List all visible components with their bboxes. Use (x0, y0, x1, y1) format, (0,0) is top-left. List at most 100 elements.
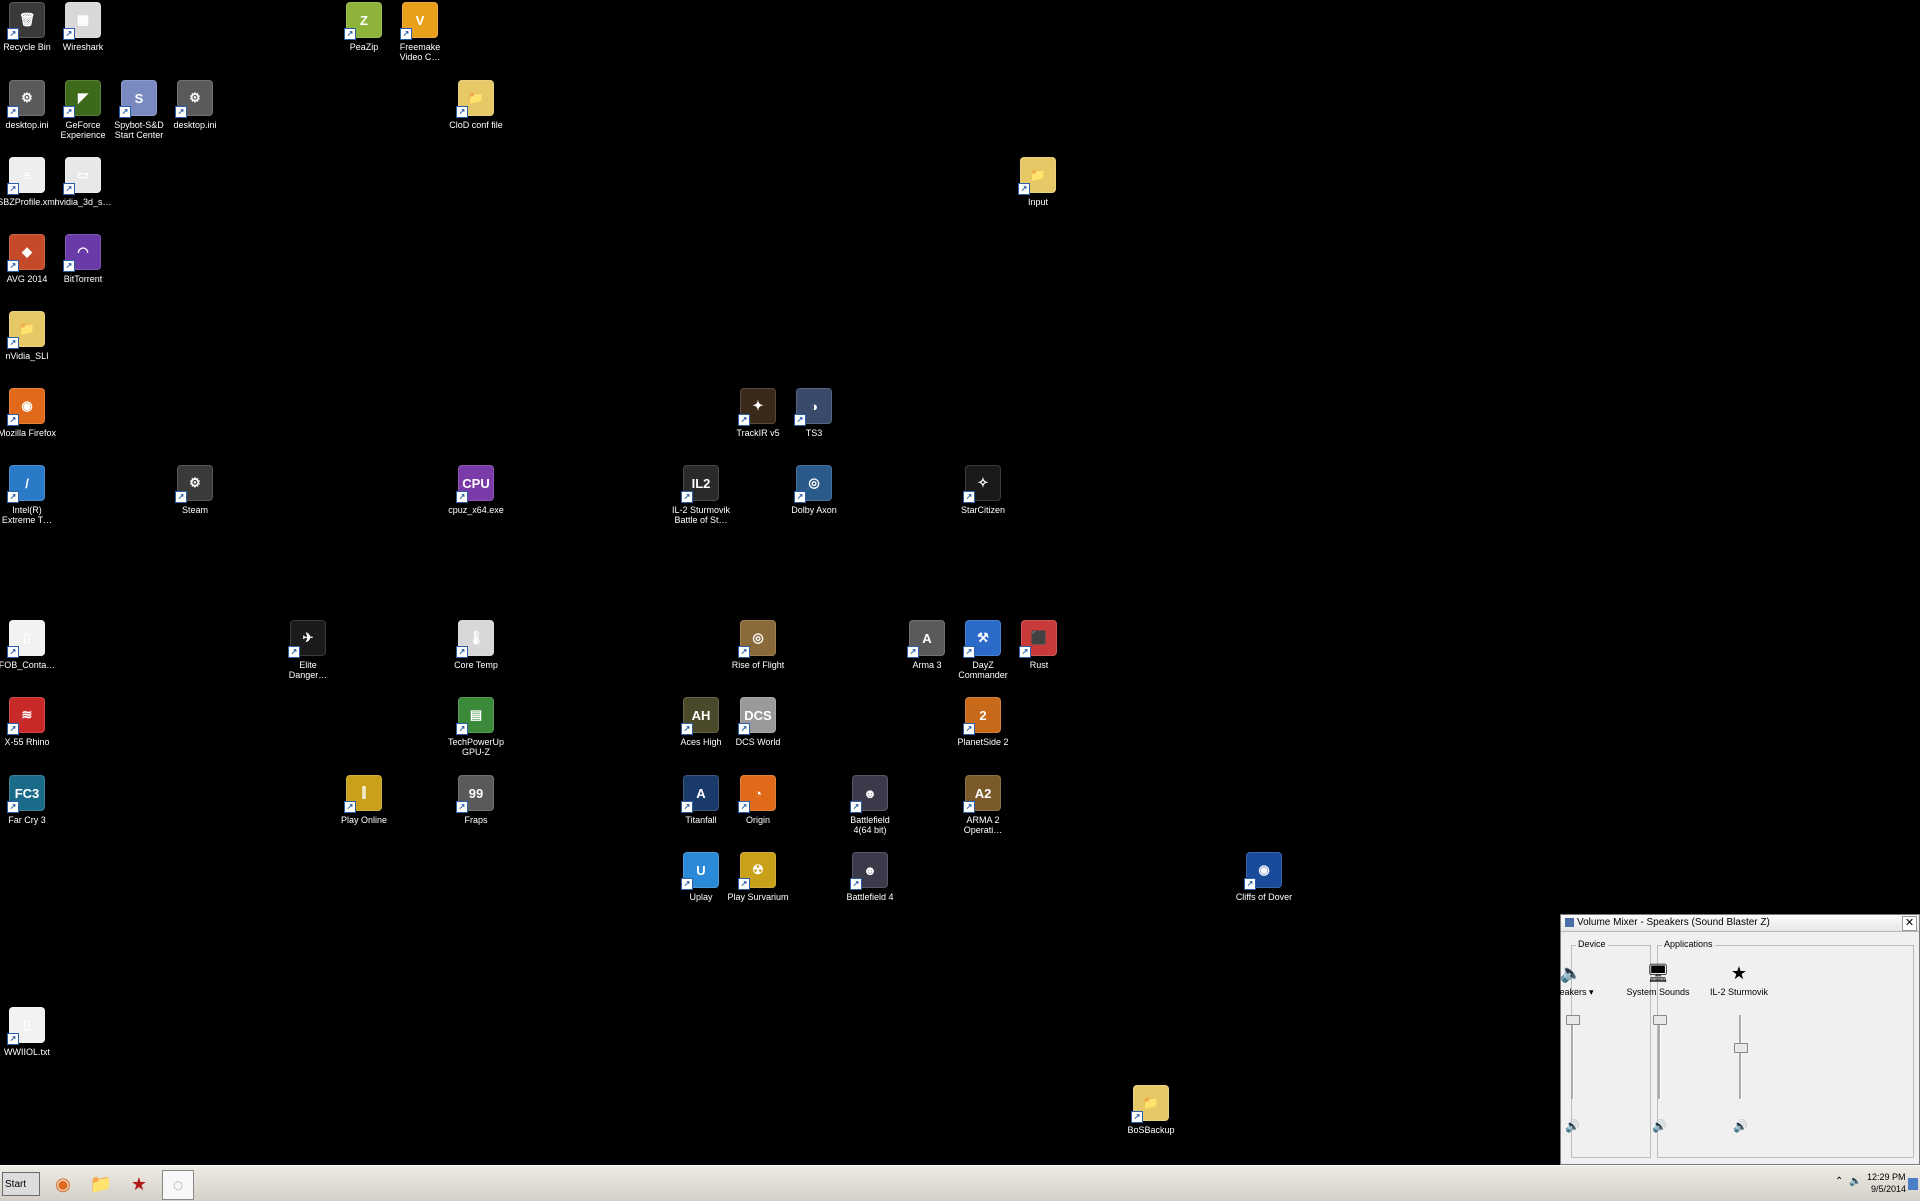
shortcut-arrow-icon: ↗ (7, 491, 19, 503)
desktop-icon-image: ▯ ↗ (7, 1007, 45, 1045)
desktop-icon[interactable]: 📁 ↗ nVidia_SLI (0, 311, 60, 361)
firefox-taskbar-icon[interactable]: ◉ (48, 1170, 78, 1198)
desktop-icon[interactable]: ⫿ ↗ Play Online (331, 775, 397, 825)
shortcut-arrow-icon: ↗ (7, 723, 19, 735)
explorer-taskbar-icon[interactable]: 📁 (86, 1170, 116, 1198)
desktop-icon-image: A2 ↗ (963, 775, 1001, 813)
shortcut-arrow-icon: ↗ (7, 106, 19, 118)
desktop-icon-label: nvidia_3d_s… (54, 197, 112, 207)
desktop-icon[interactable]: ▯ ↗ WWIIOL.txt (0, 1007, 60, 1057)
desktop-icon[interactable]: ▦ ↗ Wireshark (50, 2, 116, 52)
volume-slider-track[interactable] (1571, 1015, 1573, 1099)
desktop-icon[interactable]: ◉ ↗ Cliffs of Dover (1231, 852, 1297, 902)
tray-chevron-icon[interactable]: ⌃ (1835, 1176, 1843, 1187)
il2-taskbar-icon[interactable]: ★ (124, 1170, 154, 1198)
volume-mixer-taskbar-icon[interactable]: ◌ (162, 1170, 194, 1200)
shortcut-arrow-icon: ↗ (738, 646, 750, 658)
desktop-icon[interactable]: ☻ ↗ Battlefield 4 (837, 852, 903, 902)
desktop-icon[interactable]: ◑ ↗ TS3 (781, 388, 847, 438)
desktop-icon[interactable]: ◉ ↗ Mozilla Firefox (0, 388, 60, 438)
mute-toggle-icon[interactable]: 🔊 (1733, 1119, 1748, 1133)
desktop-icon[interactable]: CPU ↗ cpuz_x64.exe (443, 465, 509, 515)
shortcut-arrow-icon: ↗ (738, 878, 750, 890)
desktop-icon-image: 2 ↗ (963, 697, 1001, 735)
desktop-icon[interactable]: ⚙ ↗ desktop.ini (162, 80, 228, 130)
mute-toggle-icon[interactable]: 🔊 (1652, 1119, 1667, 1133)
tray-volume-icon[interactable]: 🔈 (1849, 1176, 1861, 1187)
desktop-icon[interactable]: 2 ↗ PlanetSide 2 (950, 697, 1016, 747)
shortcut-arrow-icon: ↗ (7, 646, 19, 658)
start-button[interactable]: Start (2, 1172, 40, 1196)
channel-label: IL-2 Sturmovik (1709, 987, 1769, 997)
shortcut-arrow-icon: ↗ (456, 801, 468, 813)
clock-date[interactable]: 9/5/2014 (1871, 1184, 1906, 1194)
desktop-icon[interactable]: ✈ ↗ Elite Danger… (275, 620, 341, 680)
close-button[interactable]: ✕ (1902, 916, 1917, 931)
desktop-icon[interactable]: ☻ ↗ Battlefield 4(64 bit) (837, 775, 903, 835)
desktop-icon-label: BitTorrent (63, 274, 103, 284)
desktop-icon[interactable]: ▯ ↗ FOB_Conta… (0, 620, 60, 670)
desktop-icon-label: FOB_Conta… (0, 660, 56, 670)
desktop-icon-image: ✧ ↗ (963, 465, 1001, 503)
clock-time[interactable]: 12:29 PM (1867, 1172, 1906, 1182)
shortcut-arrow-icon: ↗ (850, 878, 862, 890)
desktop-icon[interactable]: ◎ ↗ Dolby Axon (781, 465, 847, 515)
desktop-icon[interactable]: 🌡 ↗ Core Temp (443, 620, 509, 670)
desktop-icon-label: X-55 Rhino (4, 737, 50, 747)
desktop-icon[interactable]: ☢ ↗ Play Survarium (725, 852, 791, 902)
shortcut-arrow-icon: ↗ (738, 723, 750, 735)
shortcut-arrow-icon: ↗ (119, 106, 131, 118)
desktop-icon-image: ◑ ↗ (794, 388, 832, 426)
shortcut-arrow-icon: ↗ (175, 491, 187, 503)
desktop-icon-image: 99 ↗ (456, 775, 494, 813)
desktop-icon[interactable]: / ↗ Intel(R) Extreme T… (0, 465, 60, 525)
desktop-icon-label: Dolby Axon (791, 505, 837, 515)
desktop-icon-image: 📁 ↗ (1131, 1085, 1169, 1123)
desktop-icon[interactable]: V ↗ Freemake Video C… (387, 2, 453, 62)
volume-slider-track[interactable] (1739, 1015, 1741, 1099)
desktop-icon-image: ◎ ↗ (794, 465, 832, 503)
channel-label: Speakers ▾ (1548, 987, 1594, 997)
desktop-icon-image: A ↗ (907, 620, 945, 658)
show-desktop-button[interactable] (1908, 1178, 1918, 1190)
desktop-icon-image: ◔ ↗ (738, 775, 776, 813)
desktop-icon[interactable]: ▤ ↗ TechPowerUp GPU-Z (443, 697, 509, 757)
desktop-icon-label: DCS World (735, 737, 781, 747)
system-tray: ⌃ 🔈 12:29 PM 9/5/2014 (1825, 1166, 1920, 1201)
desktop-icon[interactable]: ◎ ↗ Rise of Flight (725, 620, 791, 670)
chevron-down-icon[interactable]: ▾ (1589, 987, 1594, 997)
desktop-icon[interactable]: ≋ ↗ X-55 Rhino (0, 697, 60, 747)
desktop-icon[interactable]: 📁 ↗ Input (1005, 157, 1071, 207)
desktop-icon-label: Fraps (464, 815, 488, 825)
desktop-icon-label: TechPowerUp GPU-Z (447, 737, 505, 757)
mixer-titlebar[interactable]: Volume Mixer - Speakers (Sound Blaster Z… (1561, 915, 1919, 932)
desktop-icon[interactable]: ◠ ↗ BitTorrent (50, 234, 116, 284)
desktop-icon[interactable]: ▭ ↗ nvidia_3d_s… (50, 157, 116, 207)
desktop-icon-image: ✈ ↗ (288, 620, 326, 658)
shortcut-arrow-icon: ↗ (1131, 1111, 1143, 1123)
mute-toggle-icon[interactable]: 🔊 (1565, 1119, 1580, 1133)
volume-slider-track[interactable] (1658, 1015, 1660, 1099)
desktop-icon-label: Play Survarium (727, 892, 789, 902)
desktop-icon[interactable]: 📁 ↗ BoSBackup (1118, 1085, 1184, 1135)
desktop-icon[interactable]: ⚙ ↗ Steam (162, 465, 228, 515)
desktop-icon[interactable]: IL2 ↗ IL-2 Sturmovik Battle of St… (668, 465, 734, 525)
volume-slider-thumb[interactable] (1734, 1043, 1748, 1054)
desktop-icon[interactable]: FC3 ↗ Far Cry 3 (0, 775, 60, 825)
desktop-icon-image: 📁 ↗ (456, 80, 494, 118)
desktop-icon[interactable]: 99 ↗ Fraps (443, 775, 509, 825)
volume-slider-thumb[interactable] (1653, 1014, 1667, 1025)
desktop-icon-label: Origin (745, 815, 770, 825)
volume-slider-thumb[interactable] (1566, 1014, 1580, 1025)
shortcut-arrow-icon: ↗ (7, 28, 19, 40)
desktop-icon-image: U ↗ (681, 852, 719, 890)
desktop-icon[interactable]: ✧ ↗ StarCitizen (950, 465, 1016, 515)
desktop-icon[interactable]: 📁 ↗ CloD conf file (443, 80, 509, 130)
desktop-icon[interactable]: DCS ↗ DCS World (725, 697, 791, 747)
desktop-icon[interactable]: ◔ ↗ Origin (725, 775, 791, 825)
desktop-icon[interactable]: ⬛ ↗ Rust (1006, 620, 1072, 670)
desktop-icon-image: ☢ ↗ (738, 852, 776, 890)
shortcut-arrow-icon: ↗ (963, 491, 975, 503)
desktop-icon[interactable]: A2 ↗ ARMA 2 Operati… (950, 775, 1016, 835)
mixer-window-icon (1565, 918, 1574, 927)
